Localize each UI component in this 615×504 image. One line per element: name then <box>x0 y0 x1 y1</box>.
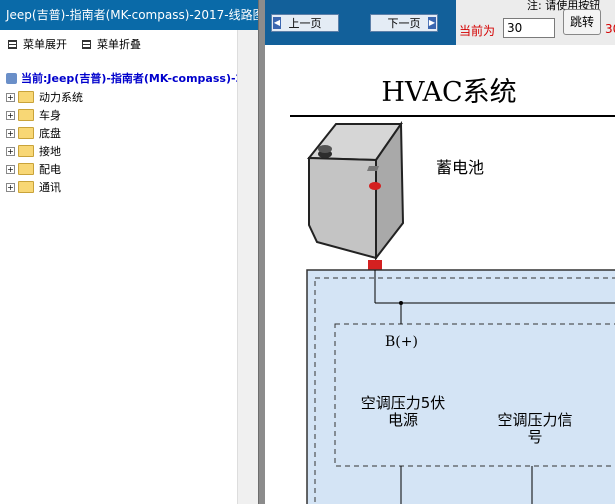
tree-item-chassis[interactable]: + 底盘 <box>6 125 61 143</box>
next-page-button[interactable]: 下一页 ▶ <box>370 14 438 32</box>
collapse-menu-label: 菜单折叠 <box>97 38 141 51</box>
tree-item-powertrain[interactable]: + 动力系统 <box>6 89 83 107</box>
computer-icon <box>6 72 17 84</box>
list-icon <box>82 39 91 49</box>
folder-icon <box>18 145 34 157</box>
next-page-label: 下一页 <box>387 17 421 30</box>
prev-page-button[interactable]: ◀ 上一页 <box>271 14 339 32</box>
expand-plus-icon[interactable]: + <box>6 182 15 192</box>
tree-item-body[interactable]: + 车身 <box>6 107 61 125</box>
navigation-bar: ◀上一页 下一页▶ 注: 请使用按钮 当前为 跳转 30 <box>265 0 615 45</box>
left-panel-title: Jeep(吉普)-指南者(MK-compass)-2017-线路图 <box>0 0 258 30</box>
box-label-1-line1: 空调压力5伏 <box>361 394 446 412</box>
tree-item-label: 底盘 <box>39 127 61 140</box>
box-label-2-line1: 空调压力信 <box>497 411 572 429</box>
list-icon <box>8 39 17 49</box>
tree-item-label: 车身 <box>39 109 61 122</box>
left-panel: Jeep(吉普)-指南者(MK-compass)-2017-线路图 菜单展开 菜… <box>0 0 266 504</box>
folder-icon <box>18 127 34 139</box>
arrow-right-icon: ▶ <box>428 17 436 29</box>
battery-label: 蓄电池 <box>436 158 484 177</box>
tree-root[interactable]: 当前:Jeep(吉普)-指南者(MK-compass)-2017 <box>6 70 266 86</box>
folder-icon <box>18 91 34 103</box>
module-box <box>306 269 615 504</box>
tree-item-label: 动力系统 <box>39 91 83 104</box>
folder-icon <box>18 163 34 175</box>
prev-page-label: 上一页 <box>288 17 322 30</box>
battery-icon <box>306 120 405 261</box>
folder-icon <box>18 109 34 121</box>
folder-icon <box>18 181 34 193</box>
page-label: 当前为 <box>459 24 496 38</box>
expand-menu-label: 菜单展开 <box>23 38 67 51</box>
page-number-input[interactable] <box>503 18 555 38</box>
page-total: 30 <box>605 22 615 36</box>
tree-item-power-distribution[interactable]: + 配电 <box>6 161 61 179</box>
arrow-left-icon: ◀ <box>273 17 281 29</box>
wiring-diagram: HVAC系统 蓄电池 B(+) 空调压力5伏 电源 空调压力信 号 <box>290 77 615 504</box>
tree-item-label: 接地 <box>39 145 61 158</box>
tree-item-label: 配电 <box>39 163 61 176</box>
right-panel: ◀上一页 下一页▶ 注: 请使用按钮 当前为 跳转 30 HVAC系统 蓄电池 <box>265 0 615 504</box>
tree-item-label: 通讯 <box>39 181 61 194</box>
box-label-2-line2: 号 <box>527 428 542 446</box>
menu-toolbar: 菜单展开 菜单折叠 <box>0 30 258 58</box>
expand-plus-icon[interactable]: + <box>6 146 15 156</box>
pin-label: B(+) <box>385 334 418 350</box>
box-label-1-line2: 电源 <box>388 411 418 429</box>
battery-connector <box>368 260 382 270</box>
expand-plus-icon[interactable]: + <box>6 128 15 138</box>
expand-plus-icon[interactable]: + <box>6 92 15 102</box>
expand-plus-icon[interactable]: + <box>6 110 15 120</box>
left-scrollbar[interactable] <box>237 30 259 504</box>
collapse-menu-button[interactable]: 菜单折叠 <box>82 36 141 52</box>
tree-item-communication[interactable]: + 通讯 <box>6 179 61 197</box>
expand-plus-icon[interactable]: + <box>6 164 15 174</box>
tree-root-label: 当前:Jeep(吉普)-指南者(MK-compass)-2017 <box>21 72 267 85</box>
tree-item-ground[interactable]: + 接地 <box>6 143 61 161</box>
jump-button[interactable]: 跳转 <box>563 9 601 35</box>
diagram-title: HVAC系统 <box>381 77 516 108</box>
expand-menu-button[interactable]: 菜单展开 <box>8 36 67 52</box>
